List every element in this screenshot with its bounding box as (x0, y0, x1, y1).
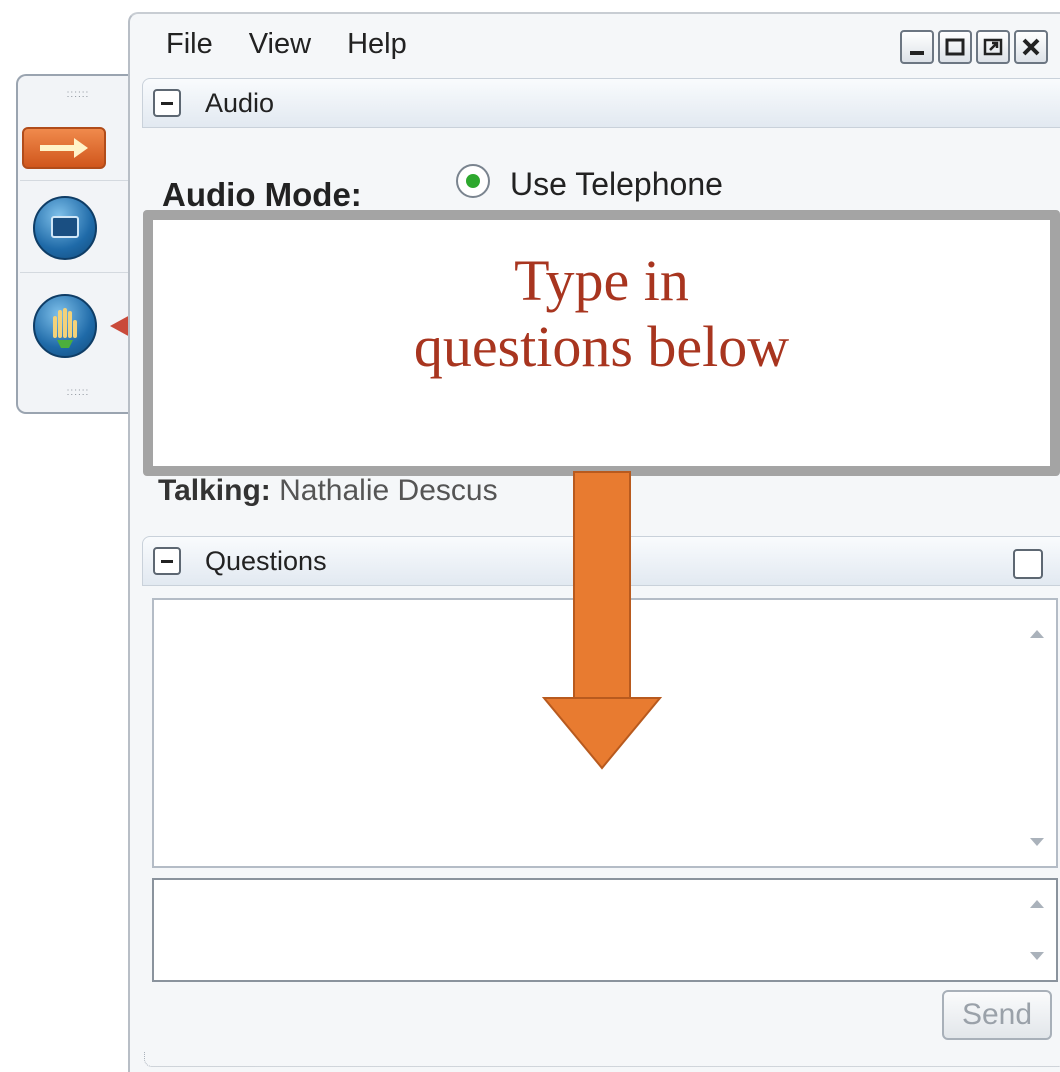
menu-bar: File View Help (166, 28, 443, 61)
window-controls (900, 30, 1048, 64)
menu-help[interactable]: Help (347, 28, 407, 61)
down-arrow-icon (541, 471, 663, 770)
talking-label: Talking: (158, 474, 271, 507)
talking-name: Nathalie Descus (279, 474, 498, 507)
arrow-right-icon (40, 138, 88, 158)
raise-hand-icon (53, 308, 77, 348)
send-button[interactable]: Send (942, 990, 1052, 1040)
close-icon (1022, 38, 1040, 56)
use-telephone-radio[interactable] (456, 164, 490, 198)
questions-section-title: Questions (205, 546, 327, 576)
grip-handle-top[interactable]: :::::: (58, 90, 98, 100)
audio-section-header[interactable]: Audio (142, 78, 1060, 128)
raise-hand-button[interactable] (33, 294, 97, 358)
talking-indicator: Talking: Nathalie Descus (158, 474, 498, 508)
scroll-up-icon[interactable] (1030, 630, 1044, 638)
popout-button[interactable] (976, 30, 1010, 64)
scroll-down-icon[interactable] (1030, 838, 1044, 846)
maximize-icon (945, 38, 965, 56)
popout-icon (983, 38, 1003, 56)
scroll-up-icon[interactable] (1030, 900, 1044, 908)
collapse-audio-icon[interactable] (153, 89, 181, 117)
expand-panel-button[interactable] (22, 127, 106, 169)
audio-mode-label: Audio Mode: (162, 176, 362, 213)
callout-line-1: Type in (514, 248, 689, 313)
maximize-button[interactable] (938, 30, 972, 64)
screen-share-icon (51, 216, 79, 238)
grip-handle-bottom[interactable]: :::::: (58, 388, 98, 398)
instruction-callout: Type in questions below (143, 210, 1060, 476)
question-input[interactable] (152, 878, 1058, 982)
menu-view[interactable]: View (249, 28, 311, 61)
use-telephone-label[interactable]: Use Telephone (510, 166, 723, 203)
share-screen-button[interactable] (33, 196, 97, 260)
audio-section-title: Audio (205, 88, 275, 118)
scroll-down-icon[interactable] (1030, 952, 1044, 960)
menu-file[interactable]: File (166, 28, 213, 61)
close-button[interactable] (1014, 30, 1048, 64)
minimize-icon (910, 51, 924, 55)
collapse-questions-icon[interactable] (153, 547, 181, 575)
popout-questions-icon[interactable] (1013, 549, 1043, 579)
minimize-button[interactable] (900, 30, 934, 64)
callout-line-2: questions below (413, 314, 790, 379)
window-bottom-edge (144, 1052, 1060, 1067)
